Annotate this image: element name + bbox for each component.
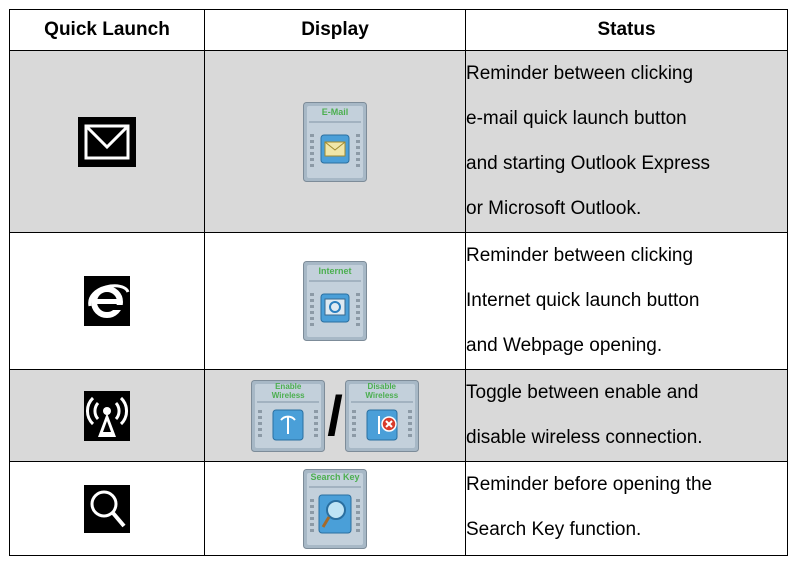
display-cell: E-Mail: [204, 50, 466, 233]
enable-wireless-display-panel: Enable Wireless: [251, 379, 326, 452]
quick-launch-cell: [9, 232, 205, 370]
status-line: and Webpage opening.: [466, 335, 663, 356]
quick-launch-table: Quick Launch Display Status E-Mail Remin…: [9, 9, 788, 556]
status-line: Reminder between clicking: [466, 245, 694, 266]
status-cell: Reminder between clicking e-mail quick l…: [465, 50, 788, 233]
table-row-wireless: Enable Wireless / Disable Wireless Toggl…: [9, 369, 788, 462]
status-cell: Reminder between clicking Internet quick…: [465, 232, 788, 370]
header-display: Display: [204, 9, 466, 51]
status-line: Toggle between enable and: [466, 382, 699, 403]
internet-display-panel: Internet: [303, 261, 367, 341]
wireless-antenna-icon: [84, 390, 130, 441]
status-line: Reminder before opening the: [466, 474, 713, 495]
search-key-display-panel: Search Key: [303, 468, 367, 549]
status-line: Search Key function.: [466, 519, 642, 540]
status-line: disable wireless connection.: [466, 427, 703, 448]
panel-title: Internet: [318, 266, 352, 276]
quick-launch-cell: [9, 50, 205, 233]
status-line: and starting Outlook Express: [466, 153, 710, 174]
header-quick-launch: Quick Launch: [9, 9, 205, 51]
status-line: e-mail quick launch button: [466, 108, 687, 129]
internet-explorer-icon: [84, 276, 130, 326]
quick-launch-cell: [9, 461, 205, 556]
display-cell: Internet: [204, 232, 466, 370]
status-line: Internet quick launch button: [466, 290, 700, 311]
display-cell: Enable Wireless / Disable Wireless: [204, 369, 466, 462]
panel-title: Search Key: [310, 471, 360, 482]
disable-wireless-display-panel: Disable Wireless: [344, 379, 419, 452]
table-header-row: Quick Launch Display Status: [9, 9, 788, 51]
status-cell: Reminder before opening the Search Key f…: [465, 461, 788, 556]
table-row-search-key: Search Key Reminder before opening the S…: [9, 461, 788, 556]
magnifier-icon: [84, 484, 130, 533]
email-display-panel: E-Mail: [303, 101, 367, 182]
panel-title: E-Mail: [321, 106, 349, 117]
table-row-internet: Internet Reminder between clicking Inter…: [9, 232, 788, 370]
status-line: Reminder between clicking: [466, 63, 694, 84]
quick-launch-cell: [9, 369, 205, 462]
status-line: or Microsoft Outlook.: [466, 198, 642, 219]
toggle-separator: /: [327, 383, 343, 447]
envelope-icon: [78, 116, 136, 167]
panel-title: Enable Wireless: [271, 381, 305, 400]
display-cell: Search Key: [204, 461, 466, 556]
status-cell: Toggle between enable and disable wirele…: [465, 369, 788, 462]
table-row-email: E-Mail Reminder between clicking e-mail …: [9, 50, 788, 233]
header-status: Status: [465, 9, 788, 51]
panel-title: Disable Wireless: [365, 381, 399, 400]
